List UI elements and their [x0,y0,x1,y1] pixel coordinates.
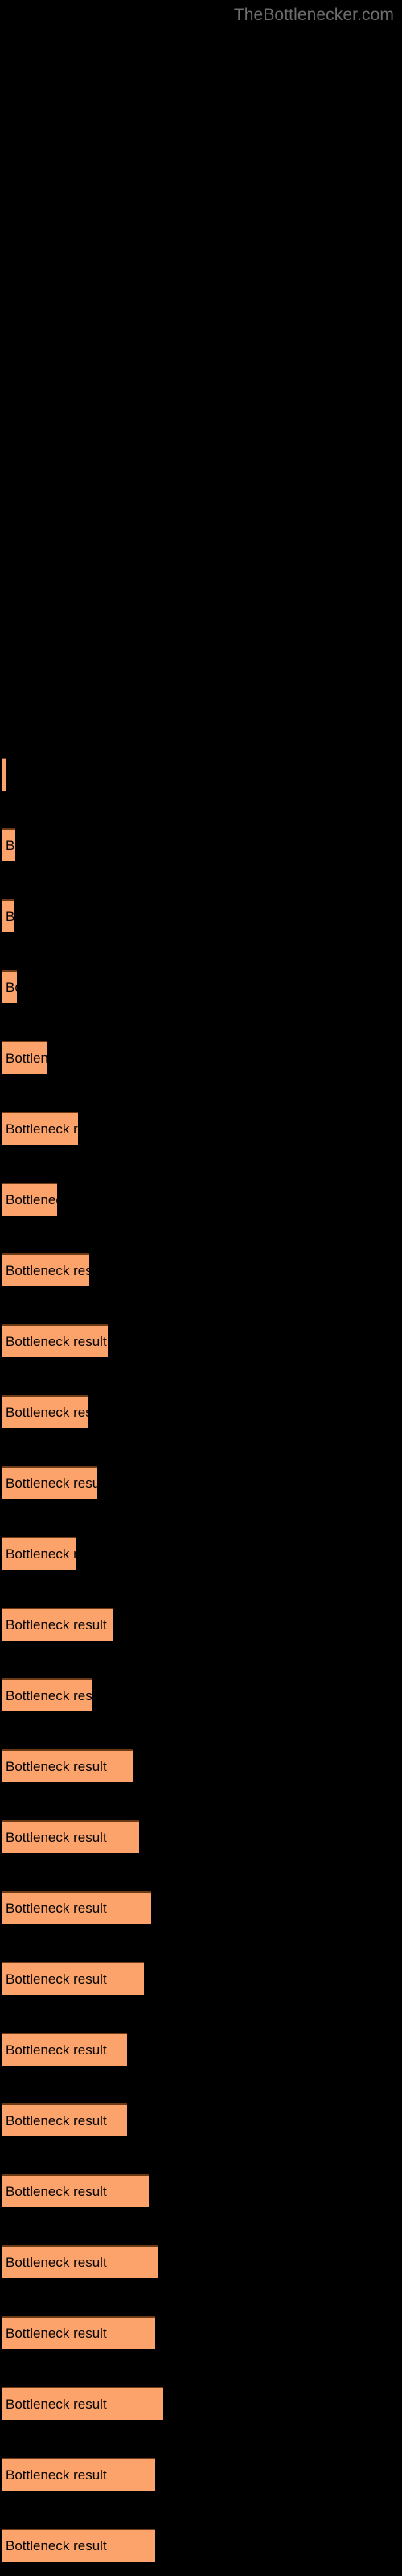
bar-label: Bottleneck result [6,2183,107,2199]
bar-label: Bottleneck result [6,1616,107,1633]
bar-label: Bottleneck result [6,1687,92,1703]
bar-row: Bottleneck result [0,2245,402,2278]
bar-row: Bottleneck result [0,970,402,1003]
bar-label: Bottleneck result [6,2254,107,2270]
bar-row: Bottleneck result [0,2529,402,2562]
bar-row: Bottleneck result [0,2387,402,2420]
bar[interactable]: Bottleneck result [2,1891,151,1924]
bar-label: Bottleneck result [6,1262,89,1278]
bar-row: Bottleneck result [0,2458,402,2491]
bar-row: Bottleneck result [0,1537,402,1570]
bar[interactable]: Bottleneck result [2,970,17,1003]
bar-label: Bottleneck result [6,2396,107,2412]
bar-label: Bottleneck result [6,2467,107,2483]
bar-row: Bottleneck result [0,1183,402,1216]
bar-row: Bottleneck result [0,2103,402,2136]
bar-label: Bottleneck result [6,1050,47,1066]
bar-label: Bottleneck result [6,1121,78,1137]
bar-row: Bottleneck result [0,1112,402,1145]
bar-label: Bottleneck result [6,1546,76,1562]
bar-label: Bottleneck result [6,2537,107,2553]
bar-label: Bottleneck result [6,1404,88,1420]
bar[interactable]: Bottleneck result [2,1962,144,1995]
bar[interactable]: Bottleneck result [2,899,14,932]
bar[interactable]: Bottleneck result [2,828,15,861]
bar[interactable]: Bottleneck result [2,1324,108,1357]
bar-row: Bottleneck result [0,1820,402,1853]
bar[interactable]: Bottleneck result [2,1820,139,1853]
bar-row: Bottleneck result [0,1395,402,1428]
bar-label: Bottleneck result [6,979,17,995]
bar-row: Bottleneck result [0,1608,402,1641]
bar-row: Bottleneck result [0,1962,402,1995]
bar[interactable]: Bottleneck result [2,1608,113,1641]
bar-row: Bottleneck result [0,758,402,791]
bar-label: Bottleneck result [6,1758,107,1774]
bar[interactable]: Bottleneck result [2,758,6,791]
bar[interactable]: Bottleneck result [2,1537,76,1570]
bar-label: Bottleneck result [6,2325,107,2341]
bar[interactable]: Bottleneck result [2,1041,47,1074]
bar[interactable]: Bottleneck result [2,2316,155,2349]
bar[interactable]: Bottleneck result [2,2387,163,2420]
bar-row: Bottleneck result [0,1253,402,1286]
bar-label: Bottleneck result [6,837,15,853]
bar-row: Bottleneck result [0,2174,402,2207]
bar[interactable]: Bottleneck result [2,2103,127,2136]
bar[interactable]: Bottleneck result [2,1112,78,1145]
bar-label: Bottleneck result [6,1900,107,1916]
bar[interactable]: Bottleneck result [2,1678,92,1711]
bottleneck-bar-chart: Bottleneck result Bottleneck result Bottle… [0,0,402,2576]
bar-row: Bottleneck result [0,899,402,932]
bar-row: Bottleneck result [0,828,402,861]
bar[interactable]: Bottleneck result [2,2245,158,2278]
bar-label: Bottleneck result [6,2041,107,2058]
bar[interactable]: Bottleneck result [2,2033,127,2066]
bar-row: Bottleneck result [0,1041,402,1074]
bar-row: Bottleneck result [0,1466,402,1499]
bar-row: Bottleneck result [0,1324,402,1357]
bar-row: Bottleneck result [0,1678,402,1711]
bar-row: Bottleneck result [0,2316,402,2349]
bar[interactable]: Bottleneck result [2,2174,149,2207]
bar-label: Bottleneck result [6,2112,107,2128]
bar-row: Bottleneck result [0,1749,402,1782]
bar[interactable]: Bottleneck result [2,1253,89,1286]
bar[interactable]: Bottleneck result [2,2458,155,2491]
bar[interactable]: Bottleneck result [2,1395,88,1428]
bar-label: Bottleneck result [6,1475,97,1491]
bar-label: Bottleneck result [6,1829,107,1845]
bar[interactable]: Bottleneck result [2,1466,97,1499]
bar[interactable]: Bottleneck result [2,2529,155,2562]
page-root: TheBottlenecker.com Bottleneck resultBot… [0,0,402,2576]
bar[interactable]: Bottleneck result [2,1183,57,1216]
bar-row: Bottleneck result [0,1891,402,1924]
bar-label: Bottleneck result [6,1971,107,1987]
bar-label: Bottleneck result [6,908,14,924]
bar[interactable]: Bottleneck result [2,1749,133,1782]
bar-label: Bottleneck result [6,1333,107,1349]
bar-row: Bottleneck result [0,2033,402,2066]
bar-label: Bottleneck result [6,1191,57,1208]
